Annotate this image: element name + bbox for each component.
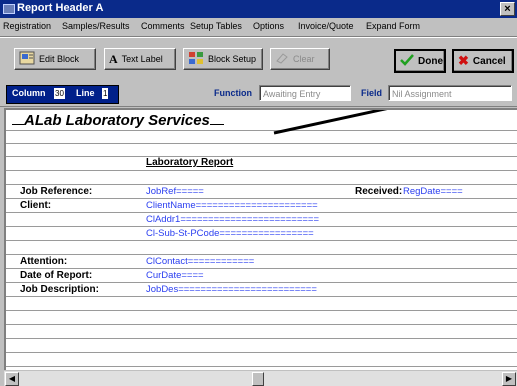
client-name-field[interactable]: ClientName====================== <box>146 200 318 211</box>
field-assignment: Nil Assignment <box>388 85 512 101</box>
window-title: Report Header A <box>17 2 104 14</box>
menu-options[interactable]: Options <box>253 21 284 31</box>
report-title[interactable]: Laboratory Report <box>146 157 233 168</box>
menu-setup-tables[interactable]: Setup Tables <box>190 21 242 31</box>
received-field[interactable]: RegDate==== <box>403 186 463 197</box>
job-reference-label[interactable]: Job Reference: <box>20 186 92 197</box>
clear-icon <box>275 52 289 66</box>
date-of-report-label[interactable]: Date of Report: <box>20 270 92 281</box>
scroll-right-button[interactable]: ▶ <box>502 372 516 386</box>
block-setup-icon <box>188 51 204 67</box>
scroll-left-button[interactable]: ◀ <box>5 372 19 386</box>
client-suburb-field[interactable]: Cl-Sub-St-PCode================= <box>146 228 314 239</box>
text-label-label: Text Label <box>121 54 163 64</box>
client-label[interactable]: Client: <box>20 200 51 211</box>
cancel-label: Cancel <box>472 55 506 67</box>
edit-block-button[interactable]: Edit Block <box>14 48 96 70</box>
scroll-thumb[interactable] <box>252 372 264 386</box>
line-value[interactable]: 1 <box>102 88 109 99</box>
menu-comments[interactable]: Comments <box>141 21 185 31</box>
block-setup-label: Block Setup <box>208 54 257 64</box>
column-label: Column <box>12 88 46 98</box>
edit-block-label: Edit Block <box>39 54 80 64</box>
column-value[interactable]: 30 <box>54 88 65 99</box>
client-address-field[interactable]: ClAddr1========================= <box>146 214 319 225</box>
horizontal-scrollbar[interactable]: ◀ ▶ <box>4 370 517 386</box>
clear-button[interactable]: Clear <box>270 48 330 70</box>
report-header-window: Report Header A × Registration Samples/R… <box>0 0 517 386</box>
done-label: Done <box>418 55 443 67</box>
pointer-line <box>273 110 388 135</box>
menu-bar: Registration Samples/Results Comments Se… <box>0 18 517 37</box>
app-menu-icon[interactable] <box>3 4 15 14</box>
block-setup-button[interactable]: Block Setup <box>183 48 263 70</box>
clear-label: Clear <box>293 54 315 64</box>
edit-block-icon <box>19 51 35 67</box>
job-description-label[interactable]: Job Description: <box>20 284 99 295</box>
done-button[interactable]: Done <box>394 49 446 73</box>
line-label: Line <box>76 88 95 98</box>
job-description-field[interactable]: JobDes========================= <box>146 284 317 295</box>
menu-invoice-quote[interactable]: Invoice/Quote <box>298 21 354 31</box>
position-bar: Column 30 Line 1 Function Awaiting Entry… <box>0 80 517 107</box>
checkmark-icon <box>400 53 414 69</box>
close-button[interactable]: × <box>500 2 515 16</box>
menu-samples-results[interactable]: Samples/Results <box>62 21 130 31</box>
text-label-button[interactable]: A Text Label <box>104 48 176 70</box>
function-field: Awaiting Entry <box>259 85 351 101</box>
title-bar: Report Header A × <box>0 0 517 18</box>
job-reference-field[interactable]: JobRef===== <box>146 186 204 197</box>
attention-label[interactable]: Attention: <box>20 256 67 267</box>
text-a-icon: A <box>109 51 118 66</box>
function-label: Function <box>214 88 252 98</box>
attention-field[interactable]: ClContact============ <box>146 256 254 267</box>
date-of-report-field[interactable]: CurDate==== <box>146 270 204 281</box>
field-label: Field <box>361 88 383 98</box>
menu-registration[interactable]: Registration <box>3 21 51 31</box>
menu-expand-form[interactable]: Expand Form <box>366 21 420 31</box>
received-label[interactable]: Received: <box>355 186 402 197</box>
toolbar: Edit Block A Text Label Block Setup Clea… <box>0 37 517 81</box>
report-layout-editor[interactable]: ALab Laboratory Services Laboratory Repo… <box>4 108 517 370</box>
cancel-x-icon: ✖ <box>458 53 469 68</box>
cancel-button[interactable]: ✖ Cancel <box>452 49 514 73</box>
column-line-box: Column 30 Line 1 <box>6 85 119 104</box>
